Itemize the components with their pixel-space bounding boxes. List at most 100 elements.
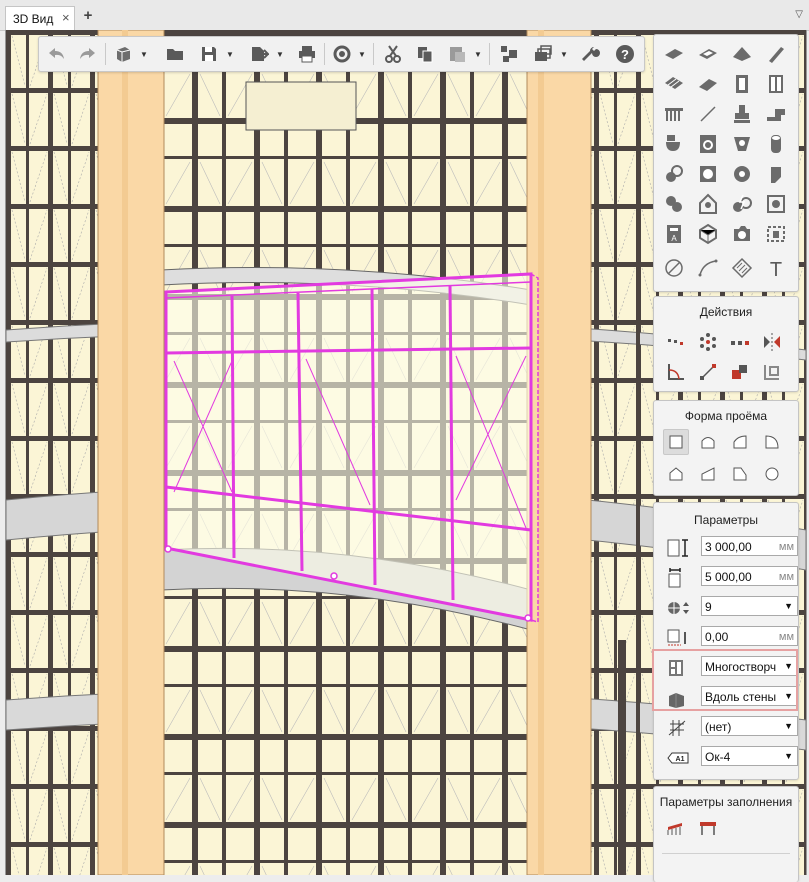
panel-icon[interactable]: A — [661, 221, 687, 247]
move-icon[interactable] — [695, 359, 721, 385]
actions-title: Действия — [699, 305, 753, 319]
fitting-icon[interactable] — [661, 161, 687, 187]
opening-icon[interactable] — [763, 221, 789, 247]
redo-icon[interactable] — [75, 42, 99, 66]
shape-slant-icon[interactable] — [727, 461, 753, 487]
tab-close-icon[interactable]: × — [62, 10, 70, 25]
hatch-row: (нет) ▼ — [662, 715, 798, 739]
open-folder-icon[interactable] — [163, 42, 187, 66]
line-icon[interactable] — [695, 101, 721, 127]
duct-fitting-icon[interactable] — [763, 161, 789, 187]
views-dropdown[interactable]: ▼ — [559, 42, 569, 66]
new-tab-button[interactable]: + — [80, 8, 96, 24]
fill-parameters-panel: Параметры заполнения — [653, 786, 799, 882]
tab-menu-icon[interactable]: ▽ — [795, 9, 803, 20]
stamp-icon[interactable] — [729, 101, 755, 127]
placement-icon — [669, 693, 684, 708]
slab-icon[interactable] — [695, 41, 721, 67]
export-dropdown[interactable]: ▼ — [275, 42, 285, 66]
3d-box-icon[interactable] — [111, 42, 135, 66]
cut-icon[interactable] — [381, 42, 405, 66]
save-icon[interactable] — [197, 42, 221, 66]
height-icon — [667, 539, 688, 557]
settings-wrench-icon[interactable] — [579, 42, 603, 66]
socket-icon[interactable] — [763, 191, 789, 217]
mark-tag-icon: A1 — [667, 752, 689, 764]
shape-circle-icon[interactable] — [759, 461, 785, 487]
align-points-icon[interactable] — [663, 329, 689, 355]
placement-select[interactable]: Вдоль стены ▼ — [701, 686, 798, 706]
objects-palette: A T — [653, 34, 799, 292]
duct-icon[interactable] — [763, 131, 789, 157]
stair-icon[interactable] — [661, 71, 687, 97]
refresh-icon[interactable] — [330, 42, 354, 66]
placement-row: Вдоль стены ▼ — [662, 685, 798, 709]
rotate-icon[interactable] — [663, 359, 689, 385]
mark-row: A1 Ок-4 ▼ — [662, 745, 798, 769]
electric-icon[interactable] — [729, 191, 755, 217]
layer-count-icon — [668, 602, 689, 614]
tab-bar: 3D Вид × + ▽ — [0, 0, 809, 31]
sill-icon[interactable] — [663, 815, 689, 841]
shape-pentagon-icon[interactable] — [663, 461, 689, 487]
shape-arch-icon[interactable] — [695, 429, 721, 455]
wall-icon[interactable] — [661, 41, 687, 67]
3d-box-dropdown[interactable]: ▼ — [139, 42, 149, 66]
undo-icon[interactable] — [45, 42, 69, 66]
shape-rectangle-icon[interactable] — [663, 429, 689, 455]
hatch-select[interactable]: (нет) ▼ — [701, 716, 798, 736]
window-icon[interactable] — [763, 71, 789, 97]
sensor-icon[interactable] — [661, 191, 687, 217]
copy-move-icon[interactable] — [727, 359, 753, 385]
fixture-icon[interactable] — [729, 131, 755, 157]
width-icon — [668, 568, 681, 588]
paste-dropdown[interactable]: ▼ — [473, 42, 483, 66]
mirror-icon[interactable] — [759, 329, 785, 355]
camera-icon[interactable] — [729, 221, 755, 247]
shape-trapezoid-icon[interactable] — [695, 461, 721, 487]
count-select[interactable]: 9 ▼ — [701, 596, 798, 616]
lintel-icon[interactable] — [695, 815, 721, 841]
offset-icon[interactable] — [759, 359, 785, 385]
beam-icon[interactable] — [763, 41, 789, 67]
main-toolbar: ▼ ▼ ▼ ▼ ▼ ▼ ? — [38, 36, 645, 72]
mark-select[interactable]: Ок-4 ▼ — [701, 746, 798, 766]
shape-half-arch-icon[interactable] — [727, 429, 753, 455]
refresh-dropdown[interactable]: ▼ — [357, 42, 367, 66]
window-type-select[interactable]: Многостворч ▼ — [701, 656, 798, 676]
shape-quarter-round-icon[interactable] — [759, 429, 785, 455]
help-icon[interactable]: ? — [613, 42, 637, 66]
roof-icon[interactable] — [729, 41, 755, 67]
toilet-icon[interactable] — [661, 131, 687, 157]
views-icon[interactable] — [531, 42, 555, 66]
valve-icon[interactable] — [729, 161, 755, 187]
tab-3d-view[interactable]: 3D Вид × — [5, 6, 75, 30]
equipment-icon[interactable] — [695, 161, 721, 187]
pipe-icon[interactable] — [763, 101, 789, 127]
save-dropdown[interactable]: ▼ — [225, 42, 235, 66]
paste-icon[interactable] — [445, 42, 469, 66]
copy-icon[interactable] — [413, 42, 437, 66]
railing-icon[interactable] — [661, 101, 687, 127]
array-line-icon[interactable] — [727, 329, 753, 355]
washer-icon[interactable] — [695, 131, 721, 157]
parameters-title: Параметры — [694, 513, 758, 527]
polyhedron-icon[interactable] — [695, 221, 721, 247]
opening-shape-title: Форма проёма — [684, 409, 768, 423]
hatch-icon[interactable] — [729, 255, 755, 281]
lamp-icon[interactable] — [695, 191, 721, 217]
layers-icon[interactable] — [497, 42, 521, 66]
parameters-panel: Параметры 3 000,00 мм 5 000,00 мм 9 ▼ 0,00 м… — [653, 502, 799, 780]
text-icon[interactable]: T — [763, 255, 789, 281]
height-input[interactable]: 3 000,00 мм — [701, 536, 798, 556]
export-icon[interactable] — [247, 42, 271, 66]
window-type-row: Многостворч ▼ — [662, 655, 798, 679]
array-circle-icon[interactable] — [695, 329, 721, 355]
dimension-icon[interactable] — [661, 255, 687, 281]
door-icon[interactable] — [729, 71, 755, 97]
offset-input[interactable]: 0,00 мм — [701, 626, 798, 646]
ramp-icon[interactable] — [695, 71, 721, 97]
print-icon[interactable] — [295, 42, 319, 66]
arc-icon[interactable] — [695, 255, 721, 281]
width-input[interactable]: 5 000,00 мм — [701, 566, 798, 586]
